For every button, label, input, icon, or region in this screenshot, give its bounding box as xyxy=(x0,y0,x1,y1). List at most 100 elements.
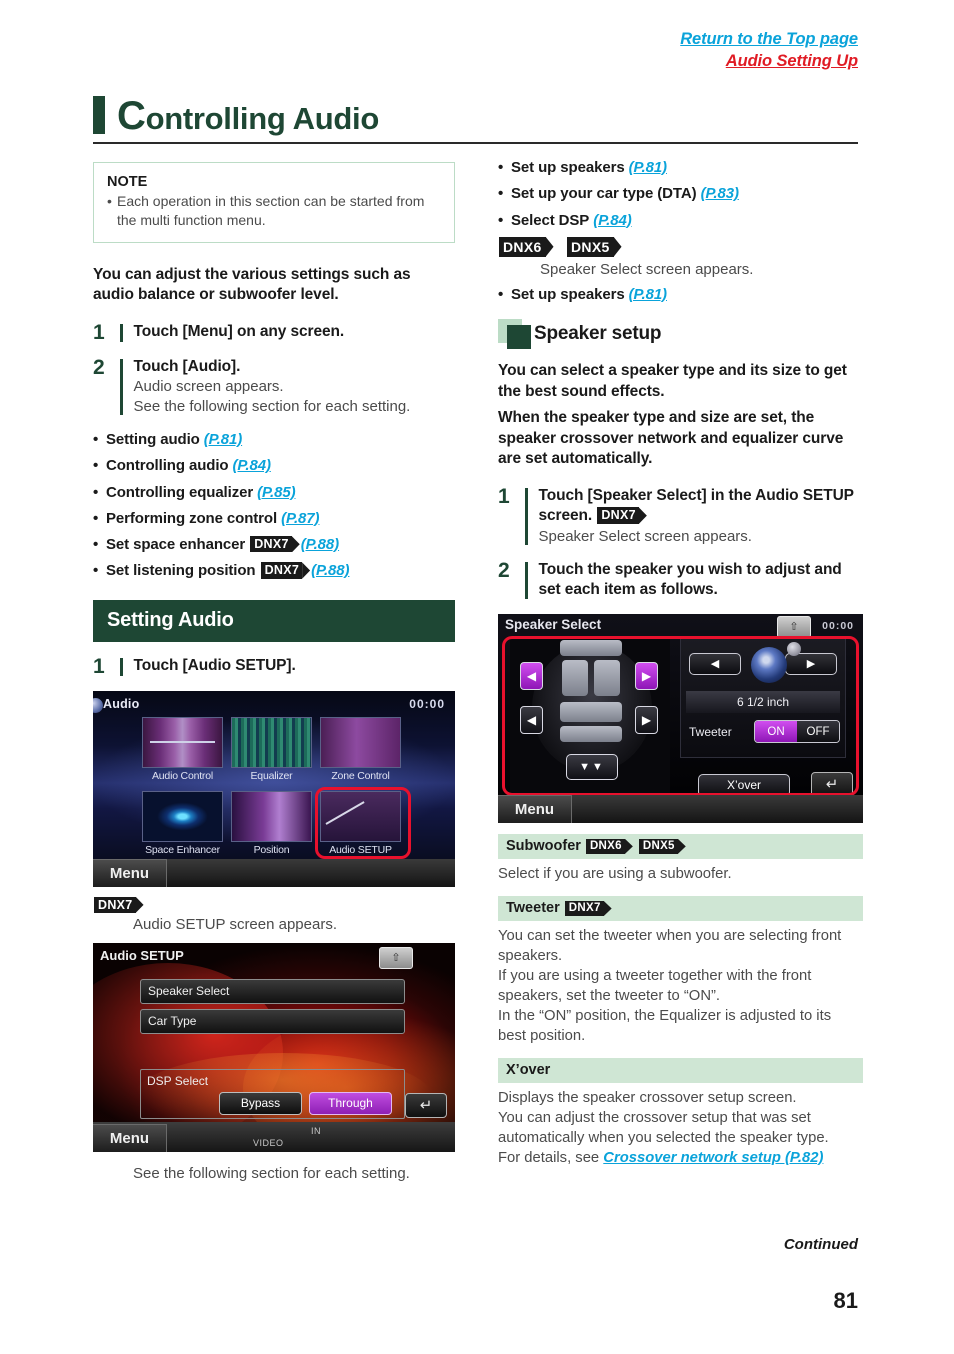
audio-note-icon xyxy=(93,697,103,713)
dnx6-badge: DNX6 xyxy=(499,236,546,257)
page-link[interactable]: (P.85) xyxy=(257,484,295,501)
audio-setup-highlight xyxy=(315,786,411,859)
tile-audio-control[interactable]: Audio Control xyxy=(142,716,223,782)
definition-label: X’over xyxy=(498,1057,863,1083)
speaker-select-row[interactable]: Speaker Select xyxy=(140,978,405,1004)
tile-label: Position xyxy=(253,843,290,856)
tile-label: Equalizer xyxy=(250,769,293,782)
right-step-1-instruction: Touch [Speaker Select] in the Audio SETU… xyxy=(539,486,864,527)
page-link[interactable]: (P.81) xyxy=(629,159,667,176)
dsp-bypass-button[interactable]: Bypass xyxy=(219,1091,302,1115)
speaker-select-screenshot: Speaker Select 00:00 ⇧ ◀ ▶ ◀ ▶ ▼▼ ◀ ▶ 6 … xyxy=(498,613,863,823)
right-step-2-rule xyxy=(525,561,528,599)
audio-setup-screenshot: Audio SETUP ⇧ Speaker Select Car Type DS… xyxy=(93,942,455,1152)
bullet-label: Set up speakers xyxy=(511,285,625,303)
audio-setting-up-link[interactable]: Audio Setting Up xyxy=(680,50,858,72)
back-arrow-icon[interactable]: ↵ xyxy=(405,1092,447,1118)
title-rule xyxy=(93,142,858,144)
list-item: • Select DSP (P.84) xyxy=(498,211,863,231)
bullet-dot-icon: • xyxy=(498,185,504,203)
tile-space-enhancer[interactable]: Space Enhancer xyxy=(142,790,223,856)
menu-button[interactable]: Menu xyxy=(93,858,167,887)
screen-up-icon[interactable]: ⇧ xyxy=(379,946,413,969)
dnx5-badge: DNX5 xyxy=(638,838,678,854)
bullet-label: Performing zone control xyxy=(106,509,278,527)
bullet-dot-icon: • xyxy=(93,562,99,580)
see-following-section-text: See the following section for each setti… xyxy=(133,1164,410,1182)
page-link[interactable]: (P.83) xyxy=(701,185,739,202)
screen-up-icon[interactable]: ⇧ xyxy=(777,615,811,638)
step-2-note: See the following section for each setti… xyxy=(133,398,411,416)
space-enhancer-thumb-icon xyxy=(142,790,223,842)
dnx7-note-block: DNX7 Audio SETUP screen appears. xyxy=(93,896,455,935)
page-link[interactable]: (P.81) xyxy=(629,286,667,303)
bullet-label: Controlling equalizer xyxy=(106,483,254,501)
dsp-through-button[interactable]: Through xyxy=(309,1091,392,1115)
heading-marker-icon xyxy=(498,318,534,349)
right-step-1-rule xyxy=(525,487,528,545)
tile-equalizer[interactable]: Equalizer xyxy=(231,716,312,782)
tile-zone-control[interactable]: Zone Control xyxy=(320,716,401,782)
tile-label: Audio Control xyxy=(151,769,214,782)
list-item: • Set listening position DNX7 (P.88) xyxy=(93,561,455,581)
page-link[interactable]: (P.88) xyxy=(311,562,349,579)
step-2-number: 2 xyxy=(93,355,105,379)
section-header-setting-audio: Setting Audio xyxy=(93,599,455,642)
page-title-rest: ontrolling Audio xyxy=(145,101,380,136)
left-lead-text: You can adjust the various settings such… xyxy=(93,265,411,304)
bullet-label: Set listening position xyxy=(106,562,256,580)
speaker-setup-para-1: You can select a speaker type and its si… xyxy=(498,361,847,400)
bullet-dot-icon: • xyxy=(107,193,112,209)
dsp-select-group: DSP Select Bypass Through xyxy=(140,1068,405,1119)
page-title-dropcap: C xyxy=(117,94,146,138)
page-link[interactable]: (P.88) xyxy=(301,536,339,553)
position-thumb-icon xyxy=(231,790,312,842)
definition-link-line: For details, see Crossover network setup… xyxy=(498,1149,863,1169)
definition-body: Displays the speaker crossover setup scr… xyxy=(498,1089,797,1106)
zone-control-thumb-icon xyxy=(320,716,401,768)
speaker-setup-heading: Speaker setup xyxy=(498,318,863,349)
definition-label-text: Subwoofer xyxy=(506,837,581,854)
crossover-network-setup-link[interactable]: Crossover network setup (P.82) xyxy=(603,1150,823,1166)
page-link[interactable]: (P.81) xyxy=(204,431,242,448)
bullet-dot-icon: • xyxy=(93,431,99,449)
dnx5-badge: DNX5 xyxy=(567,236,614,257)
tile-label: Zone Control xyxy=(331,769,390,782)
note-item-text: Each operation in this section can be st… xyxy=(117,193,425,228)
definition-body: You can set the tweeter when you are sel… xyxy=(498,928,842,965)
list-item: • Setting audio (P.81) xyxy=(93,430,455,450)
step-audio-setup-instruction: Touch [Audio SETUP]. xyxy=(133,656,296,674)
bullet-label: Set up speakers xyxy=(511,159,625,176)
audio-screen-screenshot: Audio 00:00 Audio Control Equalizer Zone… xyxy=(93,690,455,887)
list-item: • Set up your car type (DTA) (P.83) xyxy=(498,184,863,204)
speaker-select-screen-title: Speaker Select xyxy=(505,616,602,632)
page-number: 81 xyxy=(833,1288,858,1313)
page-title: Controlling Audio xyxy=(93,96,858,144)
step-2-result: Audio screen appears. xyxy=(133,378,284,396)
right-step-1-text: Touch [Speaker Select] in the Audio SETU… xyxy=(538,486,854,525)
dnx7-badge: DNX7 xyxy=(94,896,136,914)
page-title-text: Controlling Audio xyxy=(117,96,379,136)
list-item: • Performing zone control (P.87) xyxy=(93,509,455,529)
car-type-row[interactable]: Car Type xyxy=(140,1008,405,1034)
menu-button[interactable]: Menu xyxy=(93,1123,167,1152)
step-audio-setup-number: 1 xyxy=(93,654,105,678)
definition-body: In the “ON” position, the Equalizer is a… xyxy=(498,1008,832,1044)
page-link[interactable]: (P.87) xyxy=(281,510,319,527)
page-link[interactable]: (P.84) xyxy=(233,457,271,474)
title-accent-bar xyxy=(93,96,105,134)
note-heading: NOTE xyxy=(107,174,148,190)
dnx7-badge: DNX7 xyxy=(250,536,292,553)
right-step-2-instruction: Touch the speaker you wish to adjust and… xyxy=(538,560,842,599)
top-links: Return to the Top page Audio Setting Up xyxy=(680,28,858,73)
definition-label: Tweeter DNX7 xyxy=(498,895,863,922)
speaker-select-clock: 00:00 xyxy=(822,619,854,632)
step-2-instruction: Touch [Audio]. xyxy=(133,357,241,375)
return-to-top-link[interactable]: Return to the Top page xyxy=(680,28,858,50)
note-box: NOTE • Each operation in this section ca… xyxy=(93,162,455,243)
menu-button[interactable]: Menu xyxy=(498,794,572,823)
page-link[interactable]: (P.84) xyxy=(593,212,631,229)
definition-body: Select if you are using a subwoofer. xyxy=(498,865,732,882)
speaker-select-appears-text: Speaker Select screen appears. xyxy=(540,260,754,278)
tile-position[interactable]: Position xyxy=(231,790,312,856)
